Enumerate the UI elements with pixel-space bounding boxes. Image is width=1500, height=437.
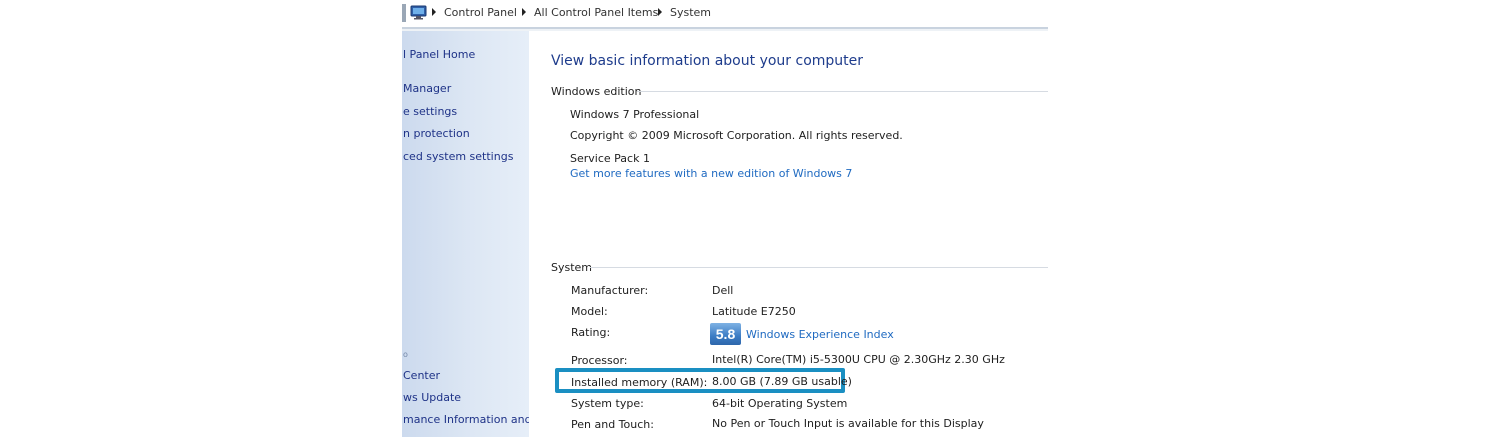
experience-index-link[interactable]: Windows Experience Index bbox=[746, 328, 894, 341]
upgrade-edition-link[interactable]: Get more features with a new edition of … bbox=[570, 167, 852, 180]
nav-action-center[interactable]: Center bbox=[403, 369, 440, 382]
edition-name: Windows 7 Professional bbox=[570, 108, 700, 121]
navigation-pane: l Panel Home Manager e settings n protec… bbox=[402, 31, 529, 437]
service-pack: Service Pack 1 bbox=[570, 152, 650, 165]
processor-value: Intel(R) Core(TM) i5-5300U CPU @ 2.30GHz… bbox=[712, 353, 1005, 366]
system-window: Control Panel All Control Panel Items Sy… bbox=[402, 0, 1048, 437]
manufacturer-label: Manufacturer: bbox=[571, 284, 649, 297]
address-bar[interactable]: Control Panel All Control Panel Items Sy… bbox=[402, 0, 1048, 27]
nav-performance-info[interactable]: mance Information and bbox=[403, 413, 529, 426]
model-value: Latitude E7250 bbox=[712, 305, 796, 318]
system-type-value: 64-bit Operating System bbox=[712, 397, 848, 410]
nav-system-protection[interactable]: n protection bbox=[403, 127, 470, 140]
pen-touch-label: Pen and Touch: bbox=[571, 418, 654, 431]
system-divider bbox=[590, 267, 1048, 268]
main-content: View basic information about your comput… bbox=[530, 31, 1048, 437]
pen-touch-value: No Pen or Touch Input is available for t… bbox=[712, 417, 984, 430]
chevron-right-icon[interactable] bbox=[658, 8, 662, 16]
memory-label: Installed memory (RAM): bbox=[571, 376, 708, 389]
windows-edition-divider bbox=[637, 91, 1048, 92]
memory-value: 8.00 GB (7.89 GB usable) bbox=[712, 375, 852, 388]
page-title: View basic information about your comput… bbox=[551, 53, 864, 69]
system-heading: System bbox=[551, 261, 593, 274]
nav-control-panel-home[interactable]: l Panel Home bbox=[403, 48, 475, 61]
processor-label: Processor: bbox=[571, 354, 628, 367]
address-bar-edge bbox=[402, 4, 406, 22]
breadcrumb-control-panel[interactable]: Control Panel bbox=[444, 6, 517, 19]
model-label: Model: bbox=[571, 305, 608, 318]
nav-remote-settings[interactable]: e settings bbox=[403, 105, 457, 118]
nav-advanced-system-settings[interactable]: ced system settings bbox=[403, 150, 513, 163]
computer-icon bbox=[410, 5, 427, 20]
chevron-right-icon[interactable] bbox=[522, 8, 526, 16]
windows-edition-heading: Windows edition bbox=[551, 85, 642, 98]
rating-label: Rating: bbox=[571, 326, 611, 339]
breadcrumb-all-items[interactable]: All Control Panel Items bbox=[534, 6, 658, 19]
nav-windows-update[interactable]: ws Update bbox=[403, 391, 461, 404]
experience-index-badge[interactable]: 5.8 bbox=[710, 323, 741, 345]
edition-copyright: Copyright © 2009 Microsoft Corporation. … bbox=[570, 129, 903, 142]
nav-device-manager[interactable]: Manager bbox=[403, 82, 451, 95]
system-type-label: System type: bbox=[571, 397, 644, 410]
chevron-right-icon bbox=[432, 8, 436, 16]
breadcrumb-system[interactable]: System bbox=[670, 6, 711, 19]
nav-see-also-heading: o bbox=[403, 350, 408, 359]
manufacturer-value: Dell bbox=[712, 284, 734, 297]
